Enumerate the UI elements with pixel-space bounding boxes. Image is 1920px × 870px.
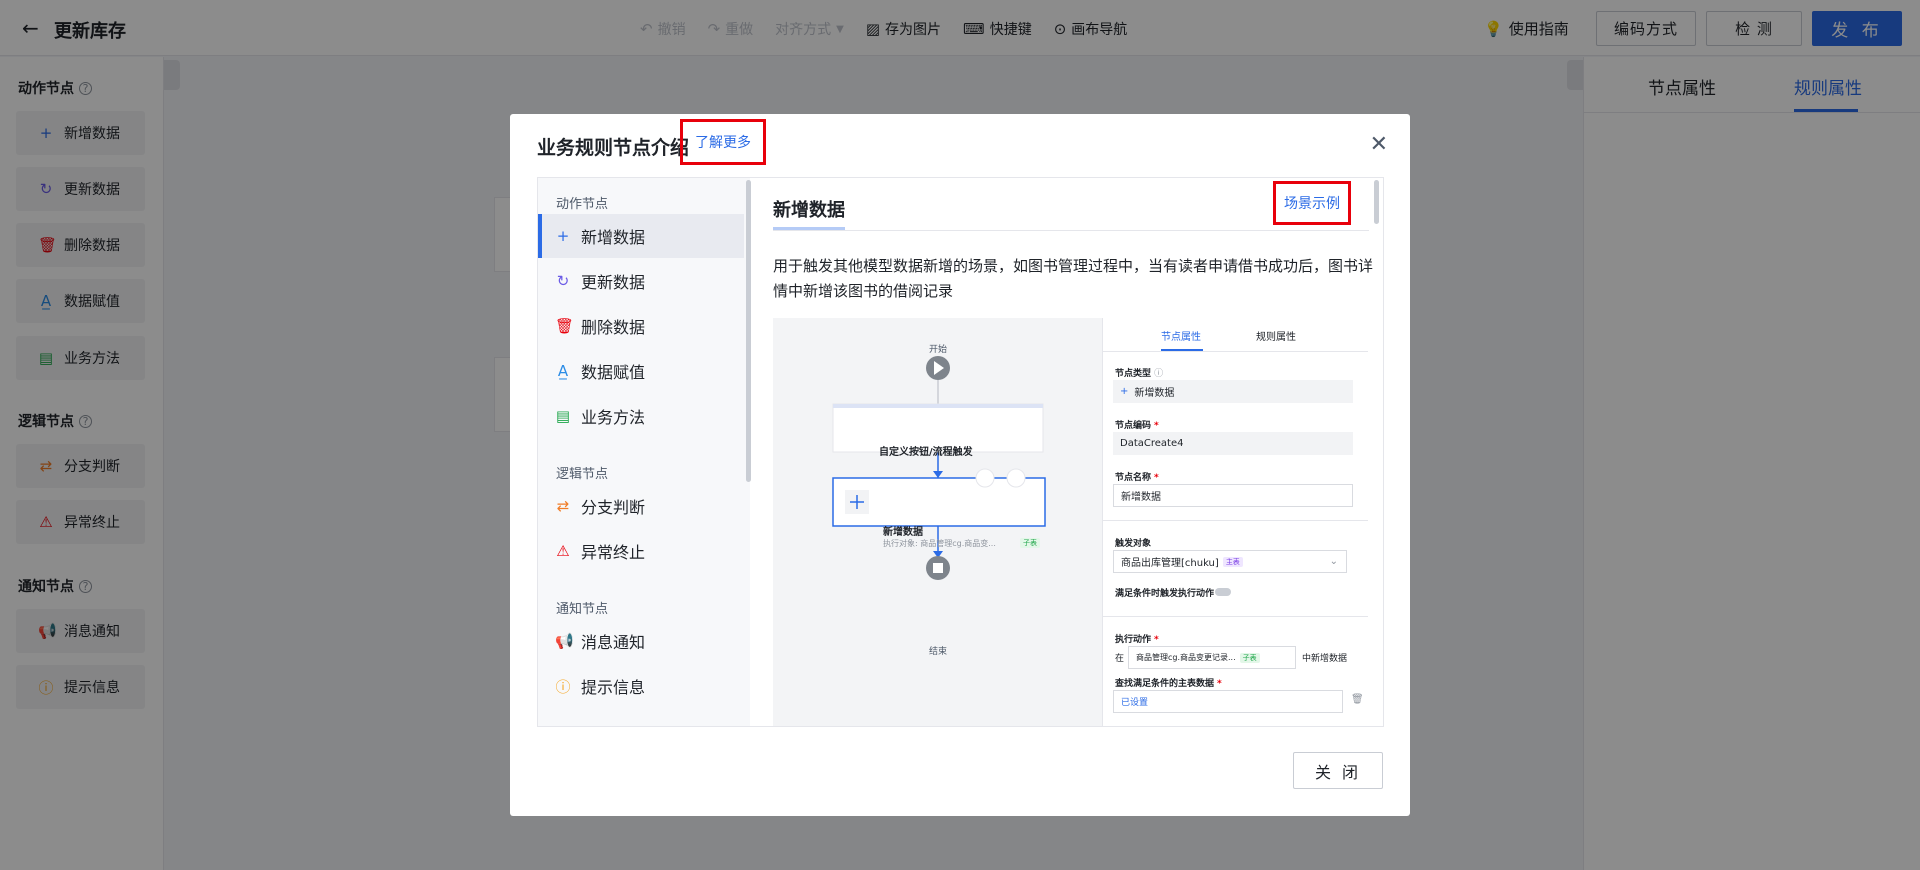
- demo-trigger-select: 商品出库管理[chuku] 主表 ⌄: [1113, 550, 1347, 573]
- close-icon[interactable]: ✕: [1370, 132, 1388, 157]
- demo-code-field: DataCreate4: [1113, 432, 1353, 455]
- nav-item-delete[interactable]: 🗑 删除数据: [538, 304, 744, 348]
- dialog-body: 动作节点 + 新增数据 ↻ 更新数据 🗑 删除数据 A̲ 数据赋值 ▤ 业务方法 逻辑节点…: [537, 177, 1384, 727]
- divider: [1103, 351, 1368, 352]
- demo-node-tag: 子表: [1020, 538, 1040, 548]
- divider: [773, 230, 1369, 231]
- demo-trigger-node: 自定义按钮/流程触发: [879, 447, 973, 458]
- node-detail: 新增数据 场景示例 用于触发其他模型数据新增的场景，如图书管理过程中，当有读者申…: [751, 178, 1383, 726]
- demo-flow-diagram: [832, 356, 1046, 580]
- megaphone-icon: 📢: [555, 632, 574, 650]
- divider: [1103, 520, 1368, 521]
- demo-end-label: 结束: [929, 647, 948, 657]
- content-scrollbar[interactable]: [1374, 180, 1379, 224]
- nav-item-tip[interactable]: ⓘ 提示信息: [538, 664, 744, 708]
- detail-title: 新增数据: [773, 200, 845, 221]
- demo-create-node-title: 新增数据: [883, 527, 923, 538]
- trash-icon: 🗑: [555, 317, 575, 335]
- demo-exec-select: 商品管理cg.商品变更记录... 子表: [1128, 646, 1296, 669]
- detail-description: 用于触发其他模型数据新增的场景，如图书管理过程中，当有读者申请借书成功后，图书详…: [773, 257, 1374, 300]
- demo-name-field: 新增数据: [1113, 484, 1353, 507]
- demo-create-node-sub: 执行对象: 商品管理cg.商品变...: [883, 539, 996, 548]
- demo-query-label: 查找满足条件的主表数据 *: [1115, 679, 1222, 689]
- branch-icon: ⇄: [556, 497, 570, 515]
- nav-item-branch[interactable]: ⇄ 分支判断: [538, 484, 744, 528]
- demo-exec-suffix: 中新增数据: [1302, 654, 1348, 664]
- nav-item-update[interactable]: ↻ 更新数据: [538, 259, 744, 303]
- plus-icon: +: [556, 227, 570, 245]
- demo-condition-label: 满足条件时触发执行动作: [1115, 589, 1215, 599]
- learn-more-link[interactable]: 了解更多: [680, 119, 766, 165]
- trash-icon: 🗑: [1351, 694, 1364, 705]
- nav-item-message[interactable]: 📢 消息通知: [538, 619, 744, 663]
- nav-item-assign[interactable]: A̲ 数据赋值: [538, 349, 744, 393]
- demo-code-label: 节点编码 *: [1115, 421, 1159, 431]
- info-icon: ⓘ: [555, 677, 571, 696]
- nav-group-notify: 通知节点: [556, 602, 609, 617]
- scene-example-link[interactable]: 场景示例: [1273, 181, 1351, 225]
- demo-properties-panel: 节点属性 规则属性 节点类型 ⓘ + 新增数据 节点编码 * DataCreate4…: [1102, 318, 1383, 726]
- nav-item-abort[interactable]: ⚠ 异常终止: [538, 529, 744, 573]
- divider: [1103, 616, 1368, 617]
- demo-preview: 开始 自定义按钮/流程触发 新增数据 执行对象: 商品管理cg.商品变... 子…: [773, 318, 1383, 726]
- demo-exec-label: 执行动作 *: [1115, 635, 1159, 645]
- nav-group-action: 动作节点: [556, 197, 609, 212]
- assign-icon: A̲: [557, 362, 569, 380]
- demo-start-label: 开始: [929, 345, 948, 355]
- demo-name-label: 节点名称 *: [1115, 473, 1159, 483]
- nav-item-create[interactable]: + 新增数据: [538, 214, 744, 258]
- node-type-nav: 动作节点 + 新增数据 ↻ 更新数据 🗑 删除数据 A̲ 数据赋值 ▤ 业务方法 逻辑节点…: [538, 178, 751, 726]
- demo-toggle: [1215, 588, 1231, 596]
- nav-item-method[interactable]: ▤ 业务方法: [538, 394, 744, 438]
- dialog-title: 业务规则节点介绍: [537, 137, 690, 159]
- close-button[interactable]: 关 闭: [1293, 752, 1383, 789]
- nav-group-logic: 逻辑节点: [556, 467, 609, 482]
- demo-exec-prefix: 在: [1115, 654, 1125, 664]
- method-icon: ▤: [555, 407, 571, 425]
- warning-icon: ⚠: [556, 542, 570, 560]
- refresh-icon: ↻: [556, 272, 570, 290]
- demo-trigger-label: 触发对象: [1115, 539, 1152, 549]
- demo-tab-node: 节点属性: [1161, 332, 1201, 343]
- demo-query-field: 已设置: [1113, 690, 1343, 713]
- node-intro-dialog: 业务规则节点介绍 了解更多 ✕ 动作节点 + 新增数据 ↻ 更新数据 🗑 删除数据 A…: [510, 114, 1410, 816]
- demo-type-field: + 新增数据: [1113, 380, 1353, 403]
- chevron-down-icon: ⌄: [1329, 556, 1338, 567]
- demo-type-label: 节点类型 ⓘ: [1115, 369, 1164, 379]
- demo-tab-rule: 规则属性: [1256, 332, 1296, 343]
